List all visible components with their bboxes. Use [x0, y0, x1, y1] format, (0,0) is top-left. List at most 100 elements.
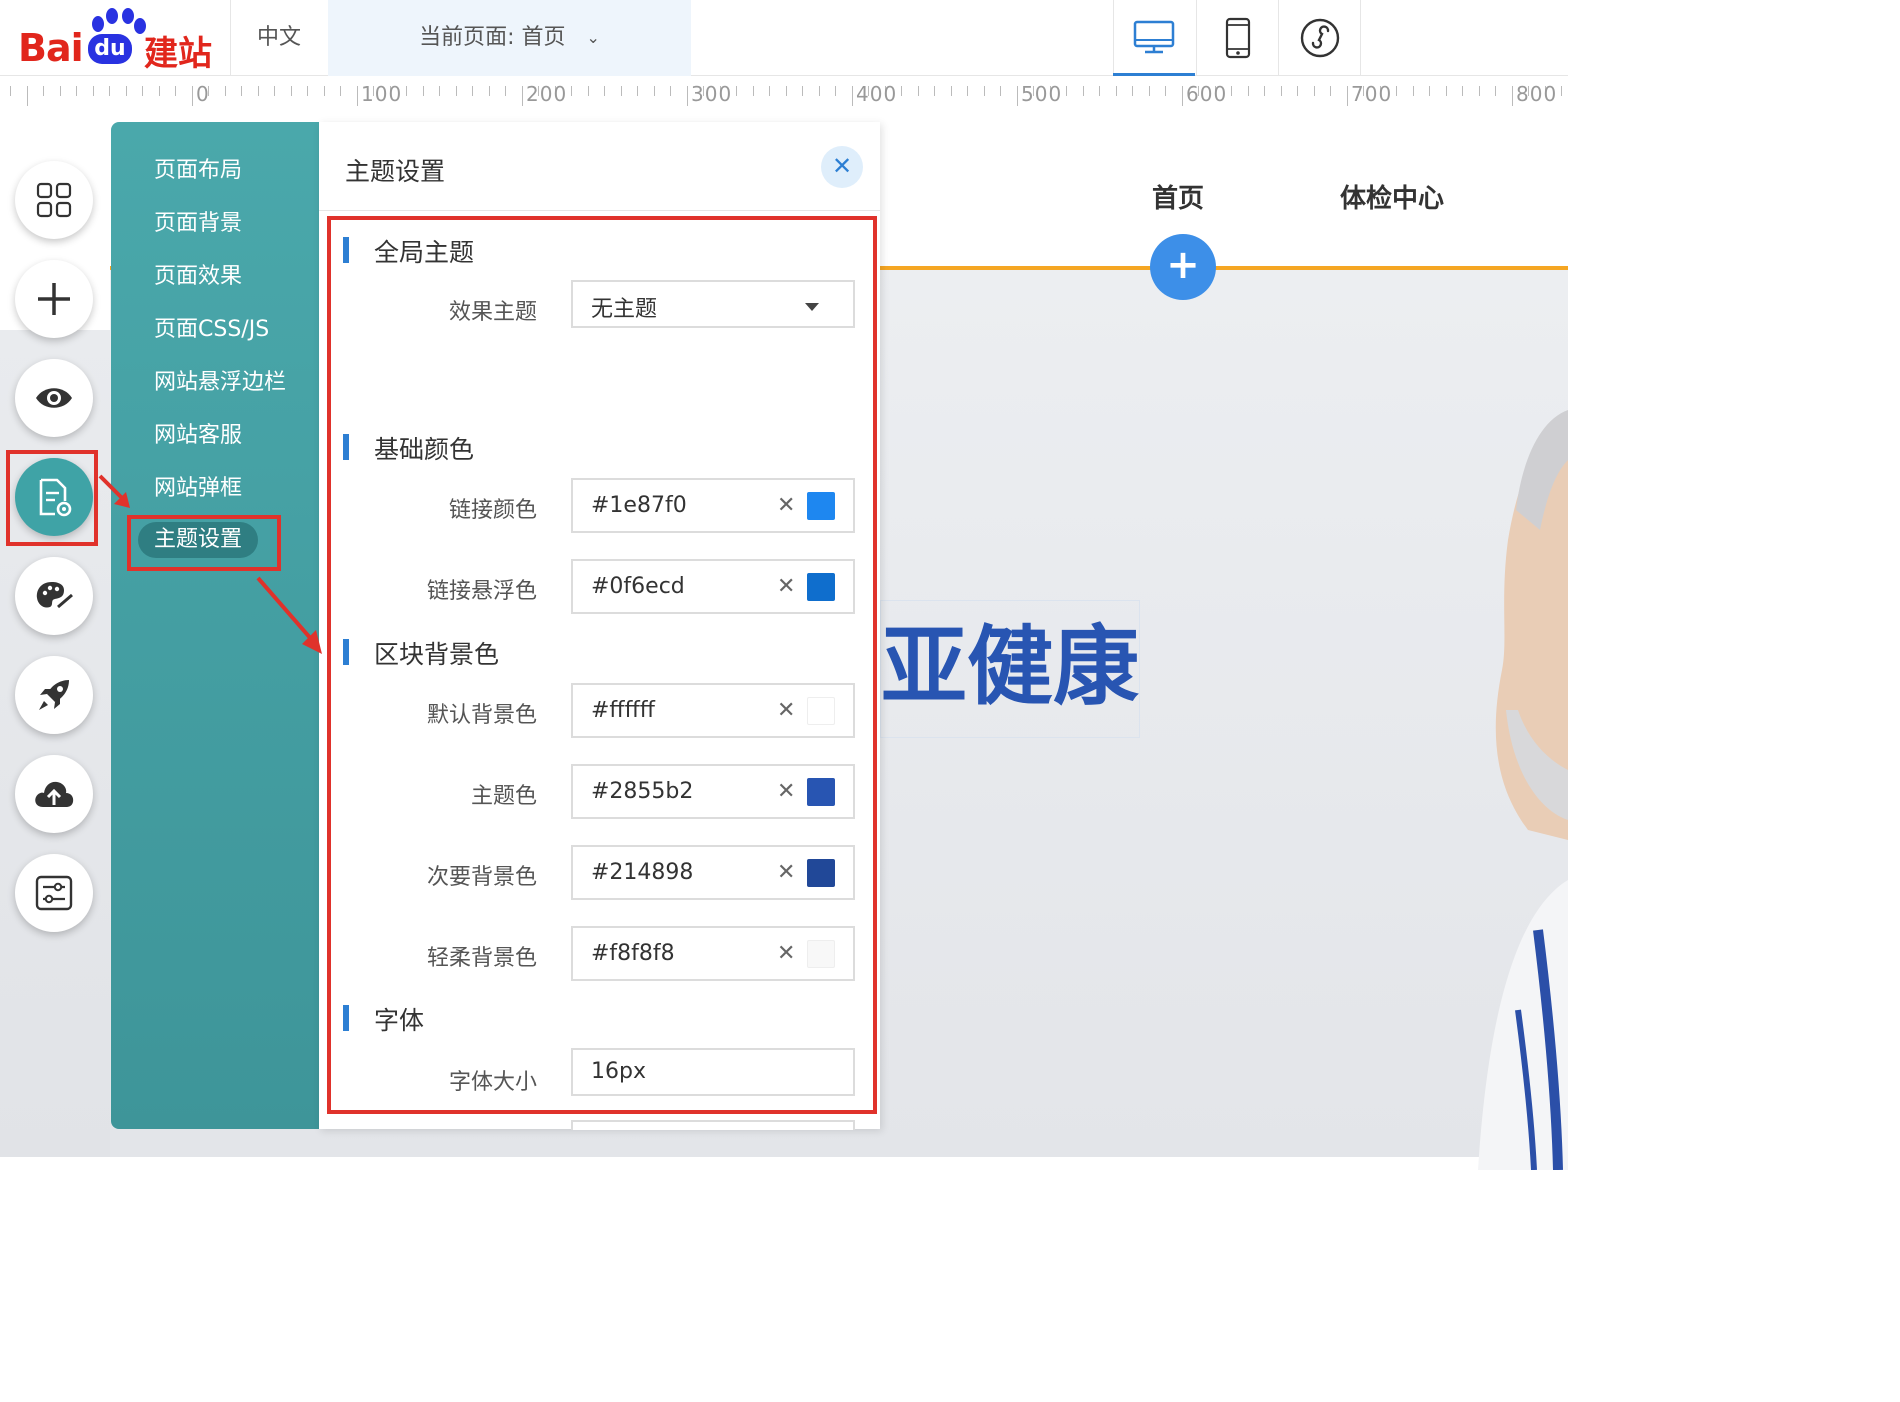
doctor-photo-image: [1478, 410, 1568, 1170]
grid-icon: [36, 182, 72, 218]
language-switch[interactable]: 中文: [231, 0, 327, 76]
ruler-tick: [356, 86, 358, 106]
ruler-tick: [934, 86, 935, 96]
menu-item-page-layout[interactable]: 页面布局: [154, 153, 242, 189]
ruler-tick: [109, 86, 110, 96]
ruler-tick: [686, 86, 688, 106]
desktop-icon: [1133, 20, 1175, 53]
palette-icon: [36, 582, 73, 609]
ruler-tick: [340, 86, 341, 96]
ruler-tick: [274, 86, 275, 96]
chevron-down-icon: ⌄: [586, 28, 600, 47]
close-icon: ✕: [831, 152, 853, 180]
hero-headline[interactable]: 亚健康: [880, 600, 1140, 738]
add-button[interactable]: [15, 260, 93, 338]
ruler-label: 700: [1351, 82, 1393, 106]
ruler-tick: [1313, 86, 1315, 96]
menu-item-site-popup[interactable]: 网站弹框: [154, 471, 242, 507]
ruler-tick: [670, 86, 671, 96]
ruler-tick: [1165, 86, 1166, 96]
ruler-tick: [59, 86, 61, 96]
ruler-tick: [43, 86, 44, 96]
ruler-tick: [1429, 86, 1430, 96]
cloud-upload-icon: [35, 781, 74, 807]
arrow-annotation: [98, 474, 130, 508]
highlight-theme-menu: [127, 515, 281, 571]
ruler-tick: [191, 86, 193, 106]
ruler-tick: [406, 86, 407, 96]
ruler-tick: [901, 86, 902, 96]
mini-program-icon: [1300, 18, 1340, 58]
eye-icon: [36, 388, 72, 408]
ruler-tick: [785, 86, 787, 96]
title-divider: [319, 210, 880, 211]
ruler-tick: [1066, 86, 1067, 96]
menu-item-page-effects[interactable]: 页面效果: [154, 259, 242, 295]
ruler-tick: [1346, 86, 1348, 106]
ruler-tick: [769, 86, 770, 96]
ruler-tick: [818, 86, 820, 96]
publish-button[interactable]: [15, 656, 93, 734]
site-nav-home[interactable]: 首页: [1152, 178, 1204, 215]
logo-bai-text: Bai: [18, 26, 84, 70]
ruler-tick: [1000, 86, 1001, 96]
ruler-tick: [257, 86, 259, 96]
ruler-label: 300: [691, 82, 733, 106]
ruler-tick: [455, 86, 457, 96]
theme-style-button[interactable]: [15, 557, 93, 635]
ruler-tick: [26, 86, 28, 106]
ruler-tick: [505, 86, 506, 96]
advanced-settings-button[interactable]: [15, 854, 93, 932]
ruler-tick: [1148, 86, 1150, 96]
ruler-tick: [620, 86, 622, 96]
components-button[interactable]: [15, 161, 93, 239]
sliders-icon: [35, 875, 73, 911]
current-page-selector[interactable]: 当前页面: 首页 ⌄: [328, 0, 691, 76]
ruler-tick: [1462, 86, 1463, 96]
ruler-tick: [604, 86, 605, 96]
site-nav-checkup-center[interactable]: 体检中心: [1340, 178, 1444, 215]
add-section-button[interactable]: +: [1150, 234, 1216, 300]
ruler-tick: [323, 86, 325, 96]
ruler-label: 500: [1021, 82, 1063, 106]
ruler-tick: [1132, 86, 1133, 96]
ruler-tick: [1247, 86, 1249, 96]
ruler-tick: [802, 86, 803, 96]
ruler-tick: [967, 86, 968, 96]
ruler-tick: [241, 86, 242, 96]
ruler-tick: [587, 86, 589, 96]
ruler-tick: [1495, 86, 1496, 96]
ruler-label: 100: [361, 82, 403, 106]
plus-icon: [38, 283, 70, 315]
ruler-tick: [1561, 86, 1562, 96]
ruler-tick: [950, 86, 952, 96]
ruler-tick: [488, 86, 490, 96]
current-page-label: 当前页面: 首页: [419, 25, 566, 50]
desktop-view-tab[interactable]: [1113, 0, 1195, 76]
mobile-phone-icon: [1225, 17, 1251, 59]
menu-item-floating-sidebar[interactable]: 网站悬浮边栏: [154, 365, 286, 401]
rocket-icon: [39, 680, 69, 710]
ruler-tick: [637, 86, 638, 96]
menu-item-page-background[interactable]: 页面背景: [154, 206, 242, 242]
ruler-tick: [571, 86, 572, 96]
preview-button[interactable]: [15, 359, 93, 437]
ruler-tick: [1181, 86, 1183, 106]
close-panel-button[interactable]: ✕: [821, 146, 863, 188]
mini-program-view-tab[interactable]: [1279, 0, 1361, 76]
mobile-view-tab[interactable]: [1197, 0, 1279, 76]
ruler-tick: [983, 86, 985, 96]
highlight-settings-button: [6, 450, 98, 546]
next-field-partial: [571, 1120, 855, 1130]
baidu-jianzhan-logo[interactable]: Bai du 建站: [18, 6, 218, 74]
hero-headline-text: 亚健康: [881, 617, 1139, 717]
menu-item-customer-service[interactable]: 网站客服: [154, 418, 242, 454]
ruler-label: 0: [196, 82, 210, 106]
ruler-tick: [158, 86, 160, 96]
upload-button[interactable]: [15, 755, 93, 833]
divider: [1360, 0, 1361, 76]
menu-item-page-css-js[interactable]: 页面CSS/JS: [154, 312, 269, 348]
ruler-tick: [307, 86, 308, 96]
ruler-tick: [76, 86, 77, 96]
ruler-label: 400: [856, 82, 898, 106]
